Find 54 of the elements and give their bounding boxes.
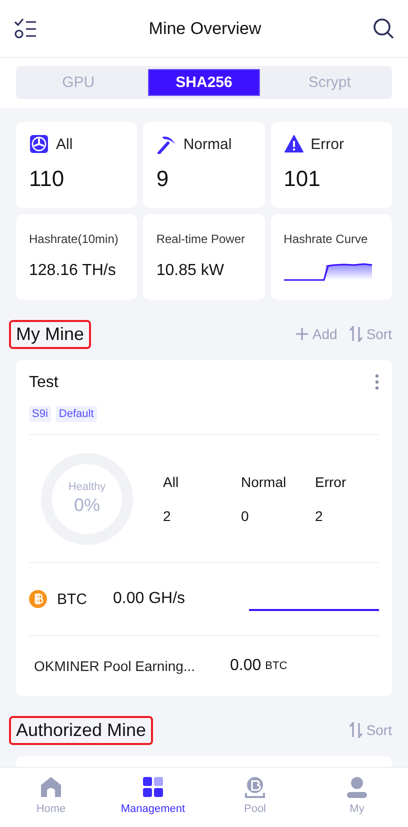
add-button[interactable]: Add xyxy=(295,326,338,342)
sort-icon xyxy=(349,326,364,342)
status-label: All xyxy=(56,136,73,152)
status-label: Normal xyxy=(183,136,232,152)
earnings-unit: BTC xyxy=(265,660,288,672)
count-label: Normal xyxy=(241,474,288,490)
section-title: Authorized Mine xyxy=(9,716,154,744)
metric-label: Real-time Power xyxy=(156,232,246,246)
metric-value: 128.16 TH/s xyxy=(29,262,117,280)
metric-label: Hashrate(10min) xyxy=(29,232,120,246)
status-count: 9 xyxy=(156,166,170,192)
checklist-icon xyxy=(14,18,37,39)
sort-button[interactable]: Sort xyxy=(349,326,392,342)
coin-name: BTC xyxy=(57,590,88,608)
nav-tab[interactable]: Home xyxy=(0,768,102,827)
algorithm-tab[interactable]: GPU xyxy=(23,69,134,96)
mine-name: Test xyxy=(29,374,58,392)
count-value: 2 xyxy=(163,508,172,524)
person-icon xyxy=(345,775,369,799)
status-label: Error xyxy=(310,136,344,152)
pickaxe-icon xyxy=(156,134,176,154)
coin-hashrate: 0.00 GH/s xyxy=(113,590,186,608)
algorithm-tab[interactable]: Scrypt xyxy=(274,69,386,96)
bitcoin-icon xyxy=(29,590,47,608)
search-icon xyxy=(372,18,394,39)
count-value: 0 xyxy=(241,508,250,524)
fan-icon xyxy=(29,134,49,154)
page-title: Mine Overview xyxy=(148,18,262,38)
warning-icon xyxy=(284,134,304,154)
count-value: 2 xyxy=(315,508,324,524)
grid-icon xyxy=(141,775,165,799)
count-label: All xyxy=(163,474,180,490)
mine-tag: S9i xyxy=(29,406,51,422)
metric-label: Hashrate Curve xyxy=(284,232,369,246)
home-icon xyxy=(39,775,63,799)
metric-value: 10.85 kW xyxy=(156,262,225,280)
plus-icon xyxy=(295,327,310,341)
count-label: Error xyxy=(315,474,348,490)
earnings-amount: 0.00 xyxy=(230,657,262,675)
nav-tab[interactable]: Pool xyxy=(204,768,306,827)
coin-stand-icon xyxy=(243,775,267,799)
section-title: My Mine xyxy=(9,320,92,348)
health-label: Healthy xyxy=(68,481,106,493)
mine-tag: Default xyxy=(56,406,97,422)
status-count: 110 xyxy=(29,166,66,192)
sort-button[interactable]: Sort xyxy=(349,722,392,738)
health-percent: 0% xyxy=(74,495,100,516)
algorithm-tab[interactable]: SHA256 xyxy=(148,69,260,96)
more-icon[interactable] xyxy=(375,374,379,390)
earnings-label: OKMINER Pool Earning... xyxy=(34,658,196,674)
status-count: 101 xyxy=(284,166,322,192)
sort-icon xyxy=(349,722,364,738)
nav-tab[interactable]: My xyxy=(306,768,408,827)
nav-tab[interactable]: Management xyxy=(102,768,204,827)
